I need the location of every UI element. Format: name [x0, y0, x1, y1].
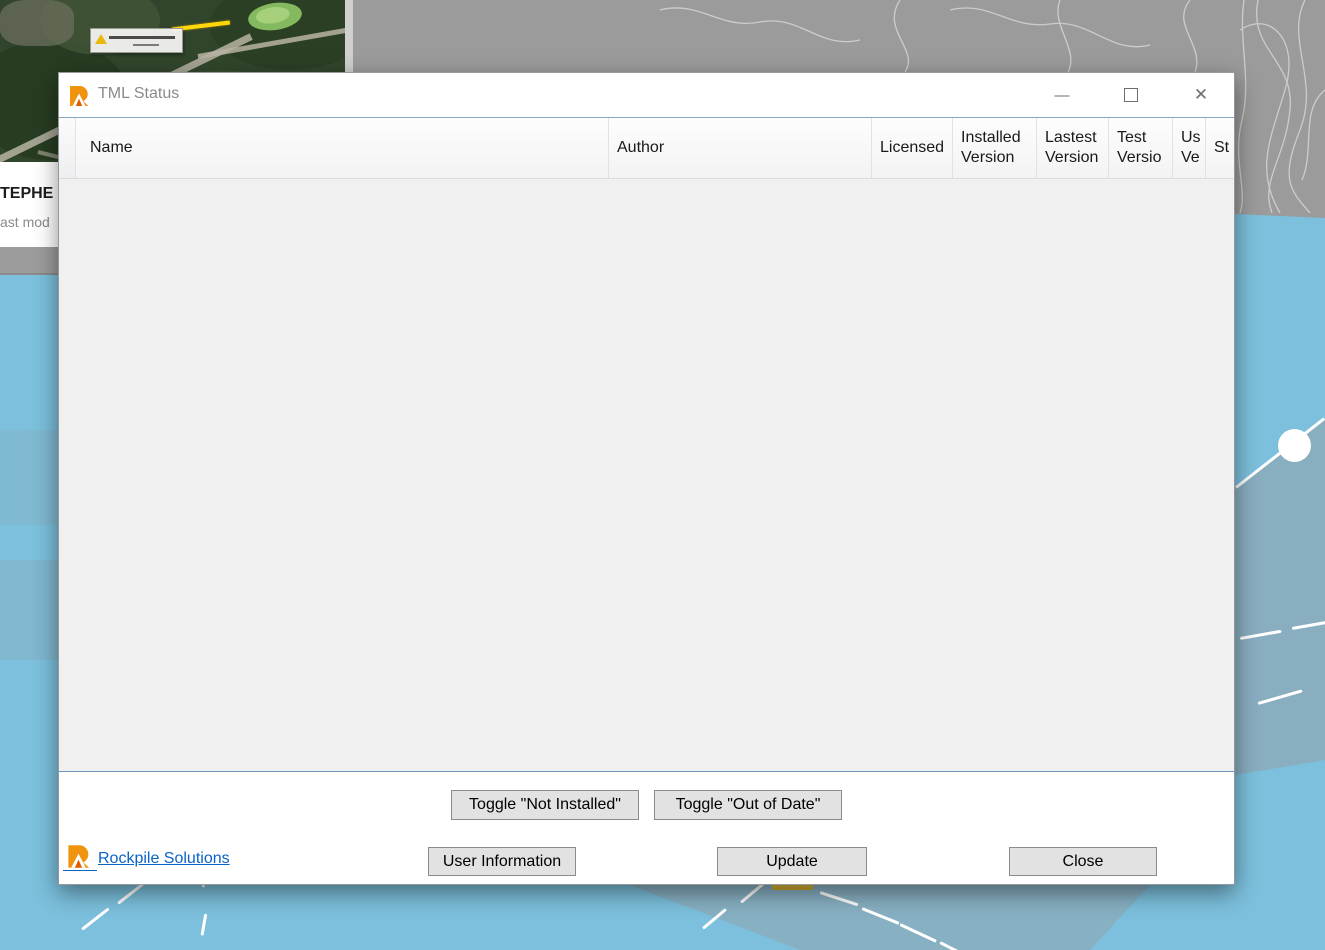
brand-link-group[interactable]: Rockpile Solutions: [65, 843, 230, 870]
tooltip-text-line: [133, 44, 159, 46]
column-label: Licensed: [880, 139, 945, 156]
column-label: Us: [1181, 129, 1201, 146]
tml-status-dialog: TML Status — ✕ Name Author Licensed Inst…: [58, 72, 1235, 885]
column-label: Name: [90, 139, 133, 156]
close-window-button[interactable]: ✕: [1178, 73, 1224, 117]
minimize-button[interactable]: —: [1039, 73, 1085, 117]
water-shade: [0, 430, 58, 525]
close-icon: ✕: [1193, 85, 1209, 104]
popup-subtitle: ast mod: [0, 214, 50, 230]
cleared-area: [0, 0, 74, 46]
update-button[interactable]: Update: [717, 847, 867, 876]
column-label: Version: [1045, 149, 1099, 166]
screen: TEPHE ast mod TML Status — ✕ Name Author…: [0, 0, 1325, 950]
column-label: Lastest: [1045, 129, 1097, 146]
popup-title: TEPHE: [0, 185, 54, 202]
column-header-licensed[interactable]: Licensed: [872, 118, 953, 178]
popup-footer-band: [0, 247, 58, 275]
close-button[interactable]: Close: [1009, 847, 1157, 876]
column-label: Versio: [1117, 149, 1162, 166]
column-label: Ve: [1181, 149, 1200, 166]
toggle-not-installed-button[interactable]: Toggle "Not Installed": [451, 790, 639, 820]
maximize-button[interactable]: [1108, 73, 1154, 117]
map-node-dot: [1278, 429, 1311, 462]
tooltip-text-line: [109, 36, 175, 39]
link-underline: [63, 870, 97, 871]
column-header-status[interactable]: St: [1206, 118, 1234, 178]
tml-list-header: Name Author Licensed Installed Version L…: [59, 118, 1234, 179]
toggle-out-of-date-button[interactable]: Toggle "Out of Date": [654, 790, 842, 820]
pond-shallow: [254, 5, 291, 26]
column-header-author[interactable]: Author: [609, 118, 872, 178]
tml-list: Name Author Licensed Installed Version L…: [59, 117, 1234, 772]
column-header-used-version[interactable]: Us Ve: [1173, 118, 1206, 178]
minimize-icon: —: [1054, 86, 1070, 104]
column-header-name[interactable]: Name: [76, 118, 609, 178]
user-information-button[interactable]: User Information: [428, 847, 576, 876]
rockpile-logo-icon: [70, 86, 89, 106]
column-header-lastest-version[interactable]: Lastest Version: [1037, 118, 1109, 178]
dialog-titlebar[interactable]: TML Status — ✕: [59, 73, 1234, 117]
column-label: Installed: [961, 129, 1021, 146]
map-info-popup: TEPHE ast mod: [0, 162, 58, 247]
tml-list-body-empty: [59, 179, 1234, 771]
warning-icon: [95, 34, 107, 44]
water-shade: [0, 560, 58, 660]
column-label: Author: [617, 139, 665, 156]
rockpile-logo-icon: [68, 845, 90, 868]
column-label: Test: [1117, 129, 1147, 146]
map-warning-tooltip: [90, 28, 183, 53]
column-header-installed-version[interactable]: Installed Version: [953, 118, 1037, 178]
column-header-gutter[interactable]: [59, 118, 76, 178]
rockpile-solutions-link[interactable]: Rockpile Solutions: [98, 850, 230, 870]
dialog-footer: Toggle "Not Installed" Toggle "Out of Da…: [59, 773, 1234, 884]
column-header-test-version[interactable]: Test Versio: [1109, 118, 1173, 178]
column-label: St: [1214, 139, 1230, 156]
dialog-title: TML Status: [98, 85, 180, 102]
column-label: Version: [961, 149, 1015, 166]
maximize-icon: [1124, 88, 1138, 102]
